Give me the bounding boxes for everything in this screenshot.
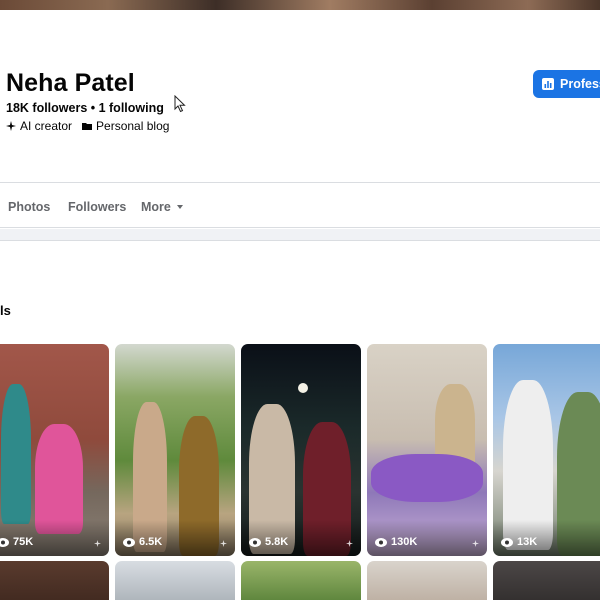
eye-icon [501,537,513,547]
reel-views: 13K [501,536,537,548]
reel-figure [35,424,83,534]
professional-dashboard-button[interactable]: Professional dashboard [533,70,600,98]
tab-more[interactable]: More [141,200,183,214]
reel-card[interactable]: 13K [493,344,600,556]
mouse-cursor-icon [174,95,186,113]
section-divider [0,229,600,241]
reel-card[interactable] [115,561,235,600]
tab-photos[interactable]: Photos [8,200,50,214]
eye-icon [0,537,9,547]
tab-followers[interactable]: Followers [68,200,126,214]
tag-personal-blog: Personal blog [82,119,169,133]
reel-views-count: 6.5K [139,536,163,548]
reel-card[interactable]: 6.5K [115,344,235,556]
tag-ai-creator: AI creator [6,119,72,133]
tag-label: Personal blog [96,119,170,133]
reel-card[interactable] [367,561,487,600]
cover-photo-edge[interactable] [0,0,600,10]
eye-icon [249,537,261,547]
reel-views-count: 75K [13,536,34,548]
reel-figure [1,384,31,524]
profile-tags: AI creator Personal blog [6,119,169,133]
tab-more-label: More [141,200,171,214]
eye-icon [123,537,135,547]
profile-header: Neha Patel 18K followers • 1 following A… [0,10,600,182]
sparkle-icon [220,540,227,547]
reel-views: 75K [0,536,33,548]
reel-views-count: 5.8K [265,536,289,548]
reel-card[interactable] [493,561,600,600]
sparkle-icon [472,540,479,547]
moon [298,383,308,393]
caret-down-icon [176,205,183,209]
reel-views-count: 130K [391,536,418,548]
sparkle-icon [346,540,353,547]
sparkle-icon [94,540,101,547]
section-title: ls [0,303,11,318]
follower-stats[interactable]: 18K followers • 1 following [6,101,164,115]
reel-views-count: 13K [517,536,538,548]
reel-views: 130K [375,536,417,548]
tag-label: AI creator [20,119,73,133]
reel-card[interactable]: 75K [0,344,109,556]
reel-figure [371,454,483,502]
profile-name: Neha Patel [6,69,135,97]
chart-icon [542,78,554,90]
sparkle-icon [6,121,16,131]
reel-card[interactable] [241,561,361,600]
reel-card[interactable] [0,561,109,600]
reel-views: 6.5K [123,536,162,548]
reel-card[interactable]: 130K [367,344,487,556]
reel-card[interactable]: 5.8K [241,344,361,556]
professional-dashboard-label: Professional dashboard [560,77,600,91]
profile-tabs: Photos Followers More [0,182,600,228]
folder-icon [82,123,93,130]
reel-views: 5.8K [249,536,288,548]
eye-icon [375,537,387,547]
